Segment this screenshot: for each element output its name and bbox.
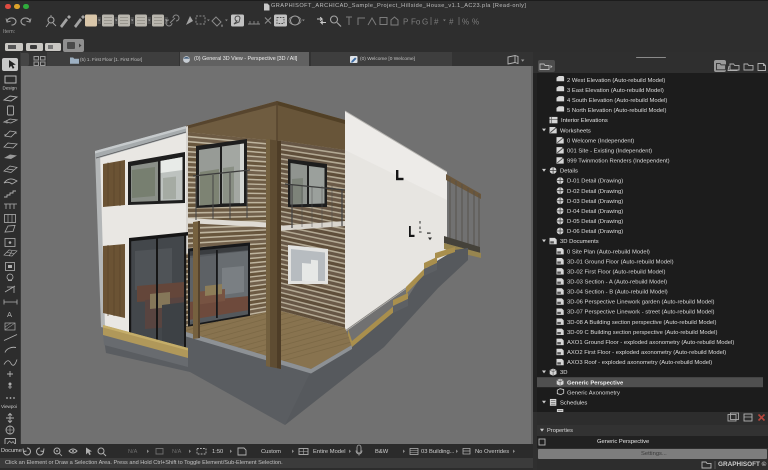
- svg-text:A: A: [7, 310, 12, 319]
- svg-text:3D Documents: 3D Documents: [560, 239, 599, 245]
- svg-text:N/A: N/A: [128, 449, 138, 455]
- svg-text:3D-07 Perspective Linework - s: 3D-07 Perspective Linework - street (Aut…: [567, 310, 715, 316]
- svg-text:No Overrides: No Overrides: [475, 449, 509, 455]
- svg-text:001 Site - Existing (Independe: 001 Site - Existing (Independent): [567, 148, 652, 154]
- svg-text:3D: 3D: [560, 370, 567, 376]
- svg-text:D-02 Detail (Drawing): D-02 Detail (Drawing): [567, 189, 623, 195]
- svg-text:AXO1 Ground Floor - exploded a: AXO1 Ground Floor - exploded axonometry …: [567, 340, 734, 346]
- svg-text:D-04 Detail (Drawing): D-04 Detail (Drawing): [567, 209, 623, 215]
- svg-text:03 Building...: 03 Building...: [421, 449, 455, 455]
- svg-text:4 South Elevation (Auto-rebuil: 4 South Elevation (Auto-rebuild Model): [567, 98, 667, 104]
- svg-text:3D-01 Ground Floor (Auto-rebui: 3D-01 Ground Floor (Auto-rebuild Model): [567, 259, 674, 265]
- svg-text:0 Site Plan (Auto-rebuild Mode: 0 Site Plan (Auto-rebuild Model): [567, 249, 650, 255]
- svg-text:3D-09 C Building section persp: 3D-09 C Building section perspective (Au…: [567, 330, 717, 336]
- svg-text:Worksheets: Worksheets: [560, 128, 591, 134]
- svg-text:3D-08 A Building section persp: 3D-08 A Building section perspective (Au…: [567, 320, 716, 326]
- svg-text:Entire Model: Entire Model: [313, 449, 346, 455]
- svg-text:Interior Elevations: Interior Elevations: [561, 118, 608, 124]
- svg-text:3D-02 First Floor (Auto-rebuil: 3D-02 First Floor (Auto-rebuild Model): [567, 269, 665, 275]
- svg-text:B&W: B&W: [375, 449, 389, 455]
- svg-text:2 West Elevation (Auto-rebuild: 2 West Elevation (Auto-rebuild Model): [567, 78, 665, 84]
- svg-text:Custom: Custom: [261, 449, 281, 455]
- svg-text:Generic Axonometry: Generic Axonometry: [567, 390, 620, 396]
- svg-text:N/A: N/A: [172, 449, 182, 455]
- svg-text:AXO3 Roof - exploded axonometr: AXO3 Roof - exploded axonometry (Auto-re…: [567, 360, 712, 366]
- svg-text:1:50: 1:50: [212, 449, 223, 455]
- svg-text:3D-04 Section - B (Auto-rebuil: 3D-04 Section - B (Auto-rebuild Model): [567, 290, 668, 296]
- svg-text:Schedules: Schedules: [560, 400, 587, 406]
- svg-text:3 East Elevation (Auto-rebuild: 3 East Elevation (Auto-rebuild Model): [567, 88, 664, 94]
- svg-text:Viewpoi: Viewpoi: [1, 404, 17, 409]
- svg-text:D-06 Detail (Drawing): D-06 Detail (Drawing): [567, 229, 623, 235]
- svg-text:3D-03 Section - A (Auto-rebuil: 3D-03 Section - A (Auto-rebuild Model): [567, 280, 667, 286]
- svg-text:Details: Details: [560, 169, 578, 175]
- svg-text:Design: Design: [3, 86, 18, 91]
- svg-text:5 North Elevation (Auto-rebuil: 5 North Elevation (Auto-rebuild Model): [567, 108, 666, 114]
- svg-text:D-03 Detail (Drawing): D-03 Detail (Drawing): [567, 199, 623, 205]
- svg-text:Generic Perspective: Generic Perspective: [567, 380, 624, 386]
- svg-text:D-01 Detail (Drawing): D-01 Detail (Drawing): [567, 179, 623, 185]
- svg-text:AXO2 First Floor - exploded ax: AXO2 First Floor - exploded axonometry (…: [567, 350, 726, 356]
- svg-text:3D-06 Perspective Linework gar: 3D-06 Perspective Linework garden (Auto-…: [567, 300, 715, 306]
- svg-text:999 Twinmotion Renders (Indepe: 999 Twinmotion Renders (Independent): [567, 159, 670, 165]
- svg-text:0 Welcome (Independent): 0 Welcome (Independent): [567, 138, 634, 144]
- svg-text:D-05 Detail (Drawing): D-05 Detail (Drawing): [567, 219, 623, 225]
